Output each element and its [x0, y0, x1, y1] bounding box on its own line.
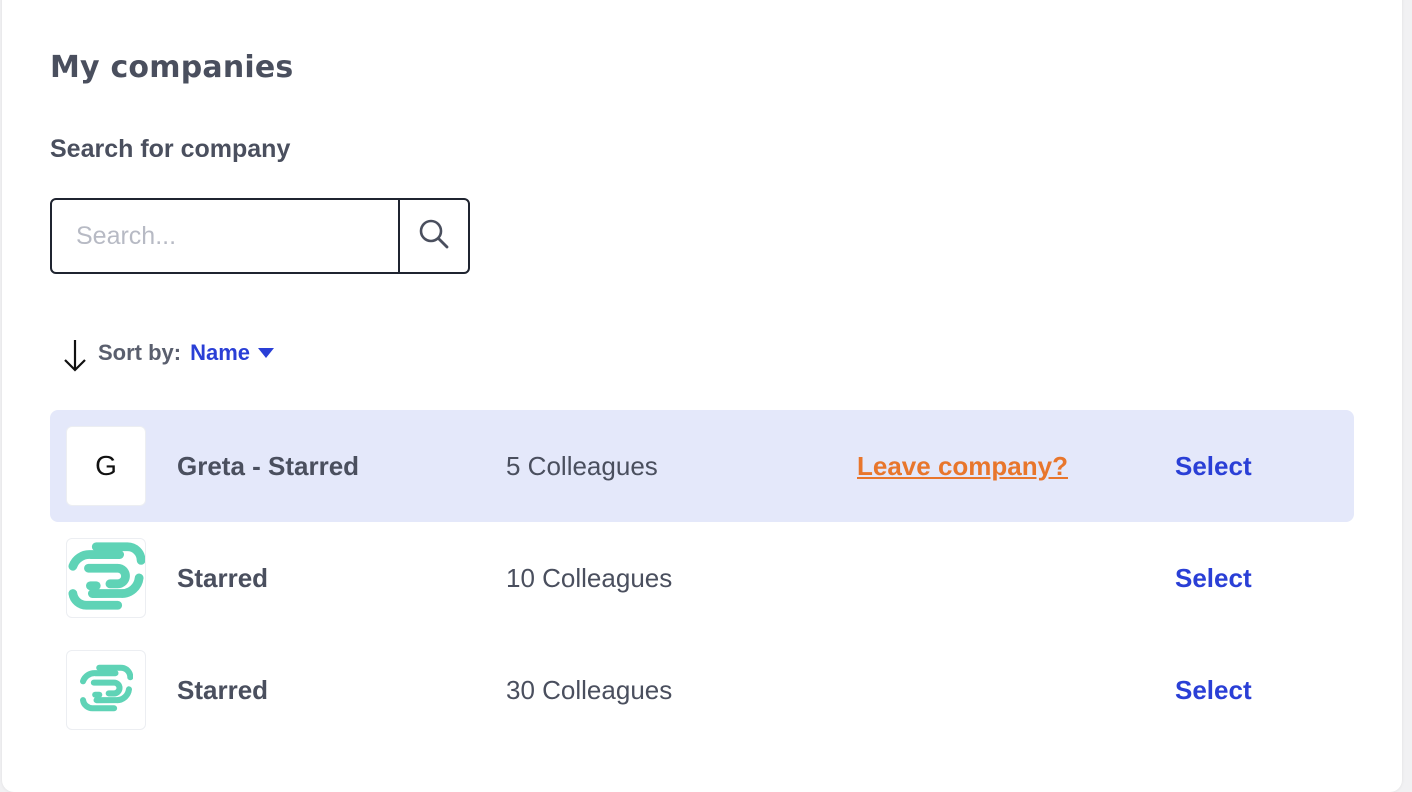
search-label: Search for company [50, 135, 291, 163]
leave-company-link[interactable]: Leave company? [857, 410, 1068, 522]
search-box [50, 198, 470, 274]
sort-label: Sort by: [98, 340, 182, 365]
company-name: Greta - Starred [177, 451, 360, 481]
green-swirl-logo-icon [79, 661, 134, 720]
sort-value: Name [190, 340, 251, 365]
company-list: G Greta - Starred 5 Colleagues Leave com… [50, 410, 1354, 746]
select-button[interactable]: Select [1175, 634, 1252, 746]
select-button[interactable]: Select [1175, 410, 1252, 522]
colleague-count: 10 Colleagues [506, 563, 673, 593]
select-button[interactable]: Select [1175, 522, 1252, 634]
company-row[interactable]: G Greta - Starred 5 Colleagues Leave com… [50, 410, 1354, 522]
companies-card: My companies Search for company Sort by:… [2, 0, 1402, 792]
search-icon [417, 217, 451, 256]
colleague-count: 5 Colleagues [506, 451, 658, 481]
company-name: Starred [177, 675, 269, 705]
sort-dropdown[interactable]: Name [190, 340, 275, 366]
company-logo: G [66, 426, 146, 506]
company-logo [66, 650, 146, 730]
company-row[interactable]: Starred 30 Colleagues Select [50, 634, 1354, 746]
company-row[interactable]: Starred 10 Colleagues Select [50, 522, 1354, 634]
company-logo [66, 538, 146, 618]
sort-control: Sort by: Name [60, 333, 275, 373]
search-button[interactable] [398, 200, 468, 272]
colleague-count: 30 Colleagues [506, 675, 673, 705]
page-title: My companies [50, 50, 294, 85]
company-logo-letter: G [95, 450, 117, 481]
company-name: Starred [177, 563, 269, 593]
search-input[interactable] [52, 200, 398, 272]
green-swirl-logo-icon [67, 539, 145, 617]
arrow-down-icon[interactable] [60, 333, 90, 373]
caret-down-icon [258, 348, 275, 358]
